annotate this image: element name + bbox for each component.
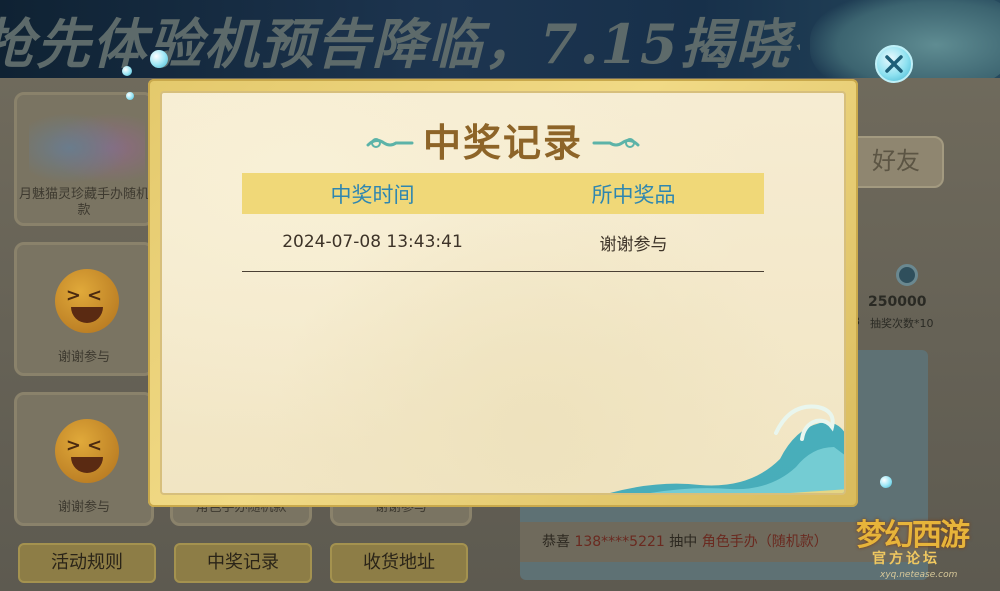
ticker-phone: 138****5221 [574, 534, 665, 550]
wave-decoration [610, 404, 844, 493]
logo-sub-text: 官方论坛 [872, 551, 940, 567]
tab-rules[interactable]: 活动规则 [18, 543, 156, 583]
tab-shipping-address[interactable]: 收货地址 [330, 543, 468, 583]
modal-paper: 中奖记录 中奖时间 所中奖品 2024-07-08 13:43:41 谢谢参与 [160, 91, 846, 495]
table-header-row: 中奖时间 所中奖品 [242, 173, 764, 214]
invite-friend-button[interactable]: 好友 [848, 136, 944, 188]
right-cloud-swirl-icon [592, 138, 640, 148]
banner-headline: 抢先体验机预告降临，7.15揭晓答案 [0, 12, 800, 76]
prize-card-label: 月魅猫灵珍藏手办随机款 [18, 187, 149, 218]
tab-win-records[interactable]: 中奖记录 [174, 543, 312, 583]
laughing-face-icon: >< [55, 269, 119, 333]
cell-prize: 谢谢参与 [503, 214, 764, 272]
ticker-middle: 抽中 [669, 534, 698, 550]
left-cloud-swirl-icon [366, 138, 414, 148]
progress-node [896, 264, 918, 286]
bubble-decoration [122, 66, 132, 76]
table-row: 2024-07-08 13:43:41 谢谢参与 [242, 214, 764, 272]
bubble-decoration [880, 476, 892, 488]
progress-value: 250000 [868, 294, 927, 310]
column-header-time: 中奖时间 [242, 173, 503, 214]
column-header-prize: 所中奖品 [503, 173, 764, 214]
ticker-prize: 角色手办（随机款） [701, 534, 828, 550]
progress-sub-label: 抽奖次数*10 [870, 317, 934, 330]
ticker-prefix: 恭喜 [542, 534, 570, 550]
figure-image [29, 103, 145, 185]
prize-card-label: 谢谢参与 [57, 350, 110, 365]
prize-card-label: 谢谢参与 [57, 500, 110, 515]
prize-card-figure: 月魅猫灵珍藏手办随机款 [14, 92, 154, 226]
top-banner: 抢先体验机预告降临，7.15揭晓答案 [0, 0, 1000, 100]
laughing-face-icon: >< [55, 419, 119, 483]
close-x-icon [885, 55, 903, 73]
close-button[interactable] [875, 45, 913, 83]
prize-card-thanks: >< 谢谢参与 [14, 242, 154, 376]
records-table: 中奖时间 所中奖品 2024-07-08 13:43:41 谢谢参与 [242, 173, 764, 272]
bubble-decoration [150, 50, 168, 68]
cell-win-time: 2024-07-08 13:43:41 [242, 214, 503, 272]
forum-logo: 梦幻西游 官方论坛 xyq.netease.com [856, 510, 996, 588]
logo-url: xyq.netease.com [880, 570, 958, 580]
bubble-decoration [126, 92, 134, 100]
modal-header: 中奖记录 [162, 115, 844, 171]
win-records-modal: 中奖记录 中奖时间 所中奖品 2024-07-08 13:43:41 谢谢参与 [148, 79, 858, 507]
modal-title: 中奖记录 [422, 120, 583, 165]
prize-card-thanks: >< 谢谢参与 [14, 392, 154, 526]
